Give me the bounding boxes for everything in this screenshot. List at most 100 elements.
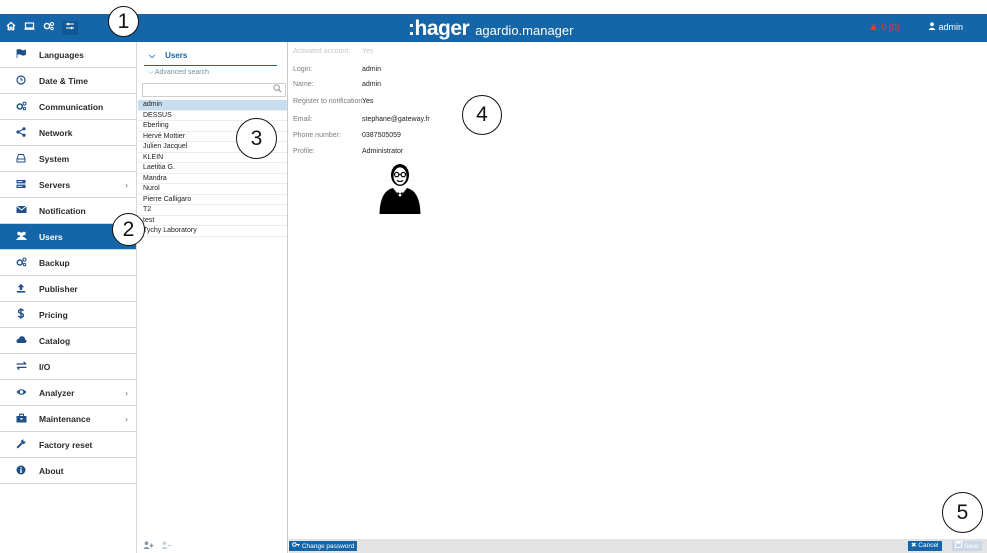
user-avatar-icon (379, 164, 421, 214)
change-password-label: Change password (301, 543, 355, 550)
sidebar-item-label: System (39, 153, 70, 164)
sidebar-item-i-o[interactable]: I/O (0, 354, 136, 380)
user-menu[interactable]: admin (928, 22, 963, 32)
field-label: Login: (293, 66, 313, 73)
user-detail: Activated account: Yes Login: admin Name: adm… (289, 42, 987, 539)
sidebar-item-label: Languages (39, 49, 84, 60)
add-user-icon[interactable] (143, 541, 157, 551)
sidebar-item-servers[interactable]: Servers › (0, 172, 136, 198)
sidebar-item-label: Pricing (39, 309, 68, 320)
cloud-icon (14, 335, 28, 346)
sidebar-item-label: Date & Time (39, 75, 88, 86)
sidebar-item-backup[interactable]: Backup (0, 250, 136, 276)
chevron-right-icon: › (125, 179, 128, 190)
sidebar-item-label: Analyzer (39, 387, 75, 398)
wrench-icon (14, 439, 28, 451)
user-list-item[interactable]: Nurol (138, 184, 287, 195)
chevron-right-icon: › (125, 413, 128, 424)
remove-user-icon[interactable] (160, 541, 172, 551)
save-button[interactable]: Save (952, 541, 982, 551)
envelope-icon (14, 205, 28, 216)
callout-marker-4: 4 (462, 95, 502, 135)
hdd-icon (14, 153, 28, 165)
sidebar-item-label: Maintenance (39, 413, 91, 424)
sidebar-item-communication[interactable]: Communication (0, 94, 136, 120)
sidebar-item-languages[interactable]: Languages (0, 42, 136, 68)
sidebar-item-label: Publisher (39, 283, 78, 294)
change-password-button[interactable]: Change password (289, 541, 358, 551)
toolbox-icon (14, 413, 28, 425)
sidebar-item-label: I/O (39, 361, 51, 372)
sidebar-item-label: Network (39, 127, 73, 138)
info-icon (14, 465, 28, 477)
field-label: Register to notification: (293, 98, 365, 105)
app-window: :hager agardio.manager ▲ 0 (0) admin Lan… (0, 0, 987, 553)
field-value: admin (362, 66, 382, 73)
sidebar: Languages Date & Time Communication Network… (0, 42, 137, 553)
field-label: Profile: (293, 148, 315, 155)
sidebar-item-catalog[interactable]: Catalog (0, 328, 136, 354)
monitor-icon[interactable] (22, 21, 36, 35)
sidebar-item-network[interactable]: Network (0, 120, 136, 146)
sliders-icon[interactable] (62, 21, 78, 35)
alert-indicator[interactable]: ▲ 0 (0) (868, 21, 900, 33)
upload-icon (14, 283, 28, 295)
advanced-search-label: Advanced search (154, 69, 209, 76)
chevron-right-icon: › (125, 387, 128, 398)
field-label: Name: (293, 81, 314, 88)
user-actions (143, 541, 172, 551)
server-icon (14, 179, 28, 191)
sidebar-item-label: Backup (39, 257, 70, 268)
user-list-item[interactable]: T2 (138, 205, 287, 216)
sidebar-item-label: Users (39, 231, 63, 242)
save-icon (955, 541, 964, 550)
user-list-item[interactable]: admin (138, 100, 287, 111)
callout-marker-2: 2 (112, 213, 145, 246)
field-label: Activated account: (293, 48, 351, 55)
sidebar-item-maintenance[interactable]: Maintenance › (0, 406, 136, 432)
clock-icon (14, 74, 28, 87)
sidebar-item-date-time[interactable]: Date & Time (0, 68, 136, 94)
sidebar-item-publisher[interactable]: Publisher (0, 276, 136, 302)
product-name: agardio.manager (475, 23, 574, 38)
cogs-icon (14, 257, 28, 269)
user-list-item[interactable]: Mandra (138, 174, 287, 184)
user-list-item[interactable]: Tychy Laboratory (138, 226, 287, 237)
users-panel-title: Users (165, 51, 188, 60)
flag-icon (14, 49, 28, 60)
dollar-icon (14, 308, 28, 321)
user-icon (928, 22, 939, 32)
advanced-search-toggle[interactable]: ⌵ Advanced search (148, 69, 209, 77)
save-label: Save (963, 543, 979, 550)
user-name: admin (938, 22, 964, 32)
sidebar-item-system[interactable]: System (0, 146, 136, 172)
search-input[interactable] (142, 83, 286, 97)
share-icon (14, 126, 28, 139)
users-panel-header[interactable]: ⌵ Users (144, 46, 277, 66)
sidebar-item-factory-reset[interactable]: Factory reset (0, 432, 136, 458)
cogs-icon[interactable] (42, 21, 56, 35)
sidebar-item-label: Servers (39, 179, 71, 190)
field-value: Yes (362, 48, 374, 55)
cancel-label: Cancel (918, 542, 939, 549)
key-icon (292, 542, 302, 550)
close-icon: ✖ (911, 542, 917, 549)
sidebar-item-analyzer[interactable]: Analyzer › (0, 380, 136, 406)
cancel-button[interactable]: ✖ Cancel (908, 541, 942, 551)
field-value: 0387505059 (362, 132, 401, 139)
sidebar-item-label: Notification (39, 205, 86, 216)
action-bar: Change password ✖ Cancel Save (289, 539, 987, 553)
top-bar: :hager agardio.manager ▲ 0 (0) admin (0, 14, 987, 42)
user-list-item[interactable]: Laetitia G. (138, 163, 287, 174)
sidebar-item-pricing[interactable]: Pricing (0, 302, 136, 328)
user-list-item[interactable]: test (138, 216, 287, 226)
users-panel: ⌵ Users ⌵ Advanced search admin DESSUS Ebe… (138, 42, 288, 553)
cogs-icon (14, 101, 28, 113)
sidebar-item-label: Catalog (39, 335, 71, 346)
user-list-item[interactable]: Pierre Calligaro (138, 195, 287, 205)
home-icon[interactable] (4, 21, 18, 35)
warning-icon: ▲ (868, 21, 879, 33)
search-icon[interactable] (273, 84, 282, 95)
sidebar-item-label: About (39, 465, 64, 476)
sidebar-item-about[interactable]: About (0, 458, 136, 484)
